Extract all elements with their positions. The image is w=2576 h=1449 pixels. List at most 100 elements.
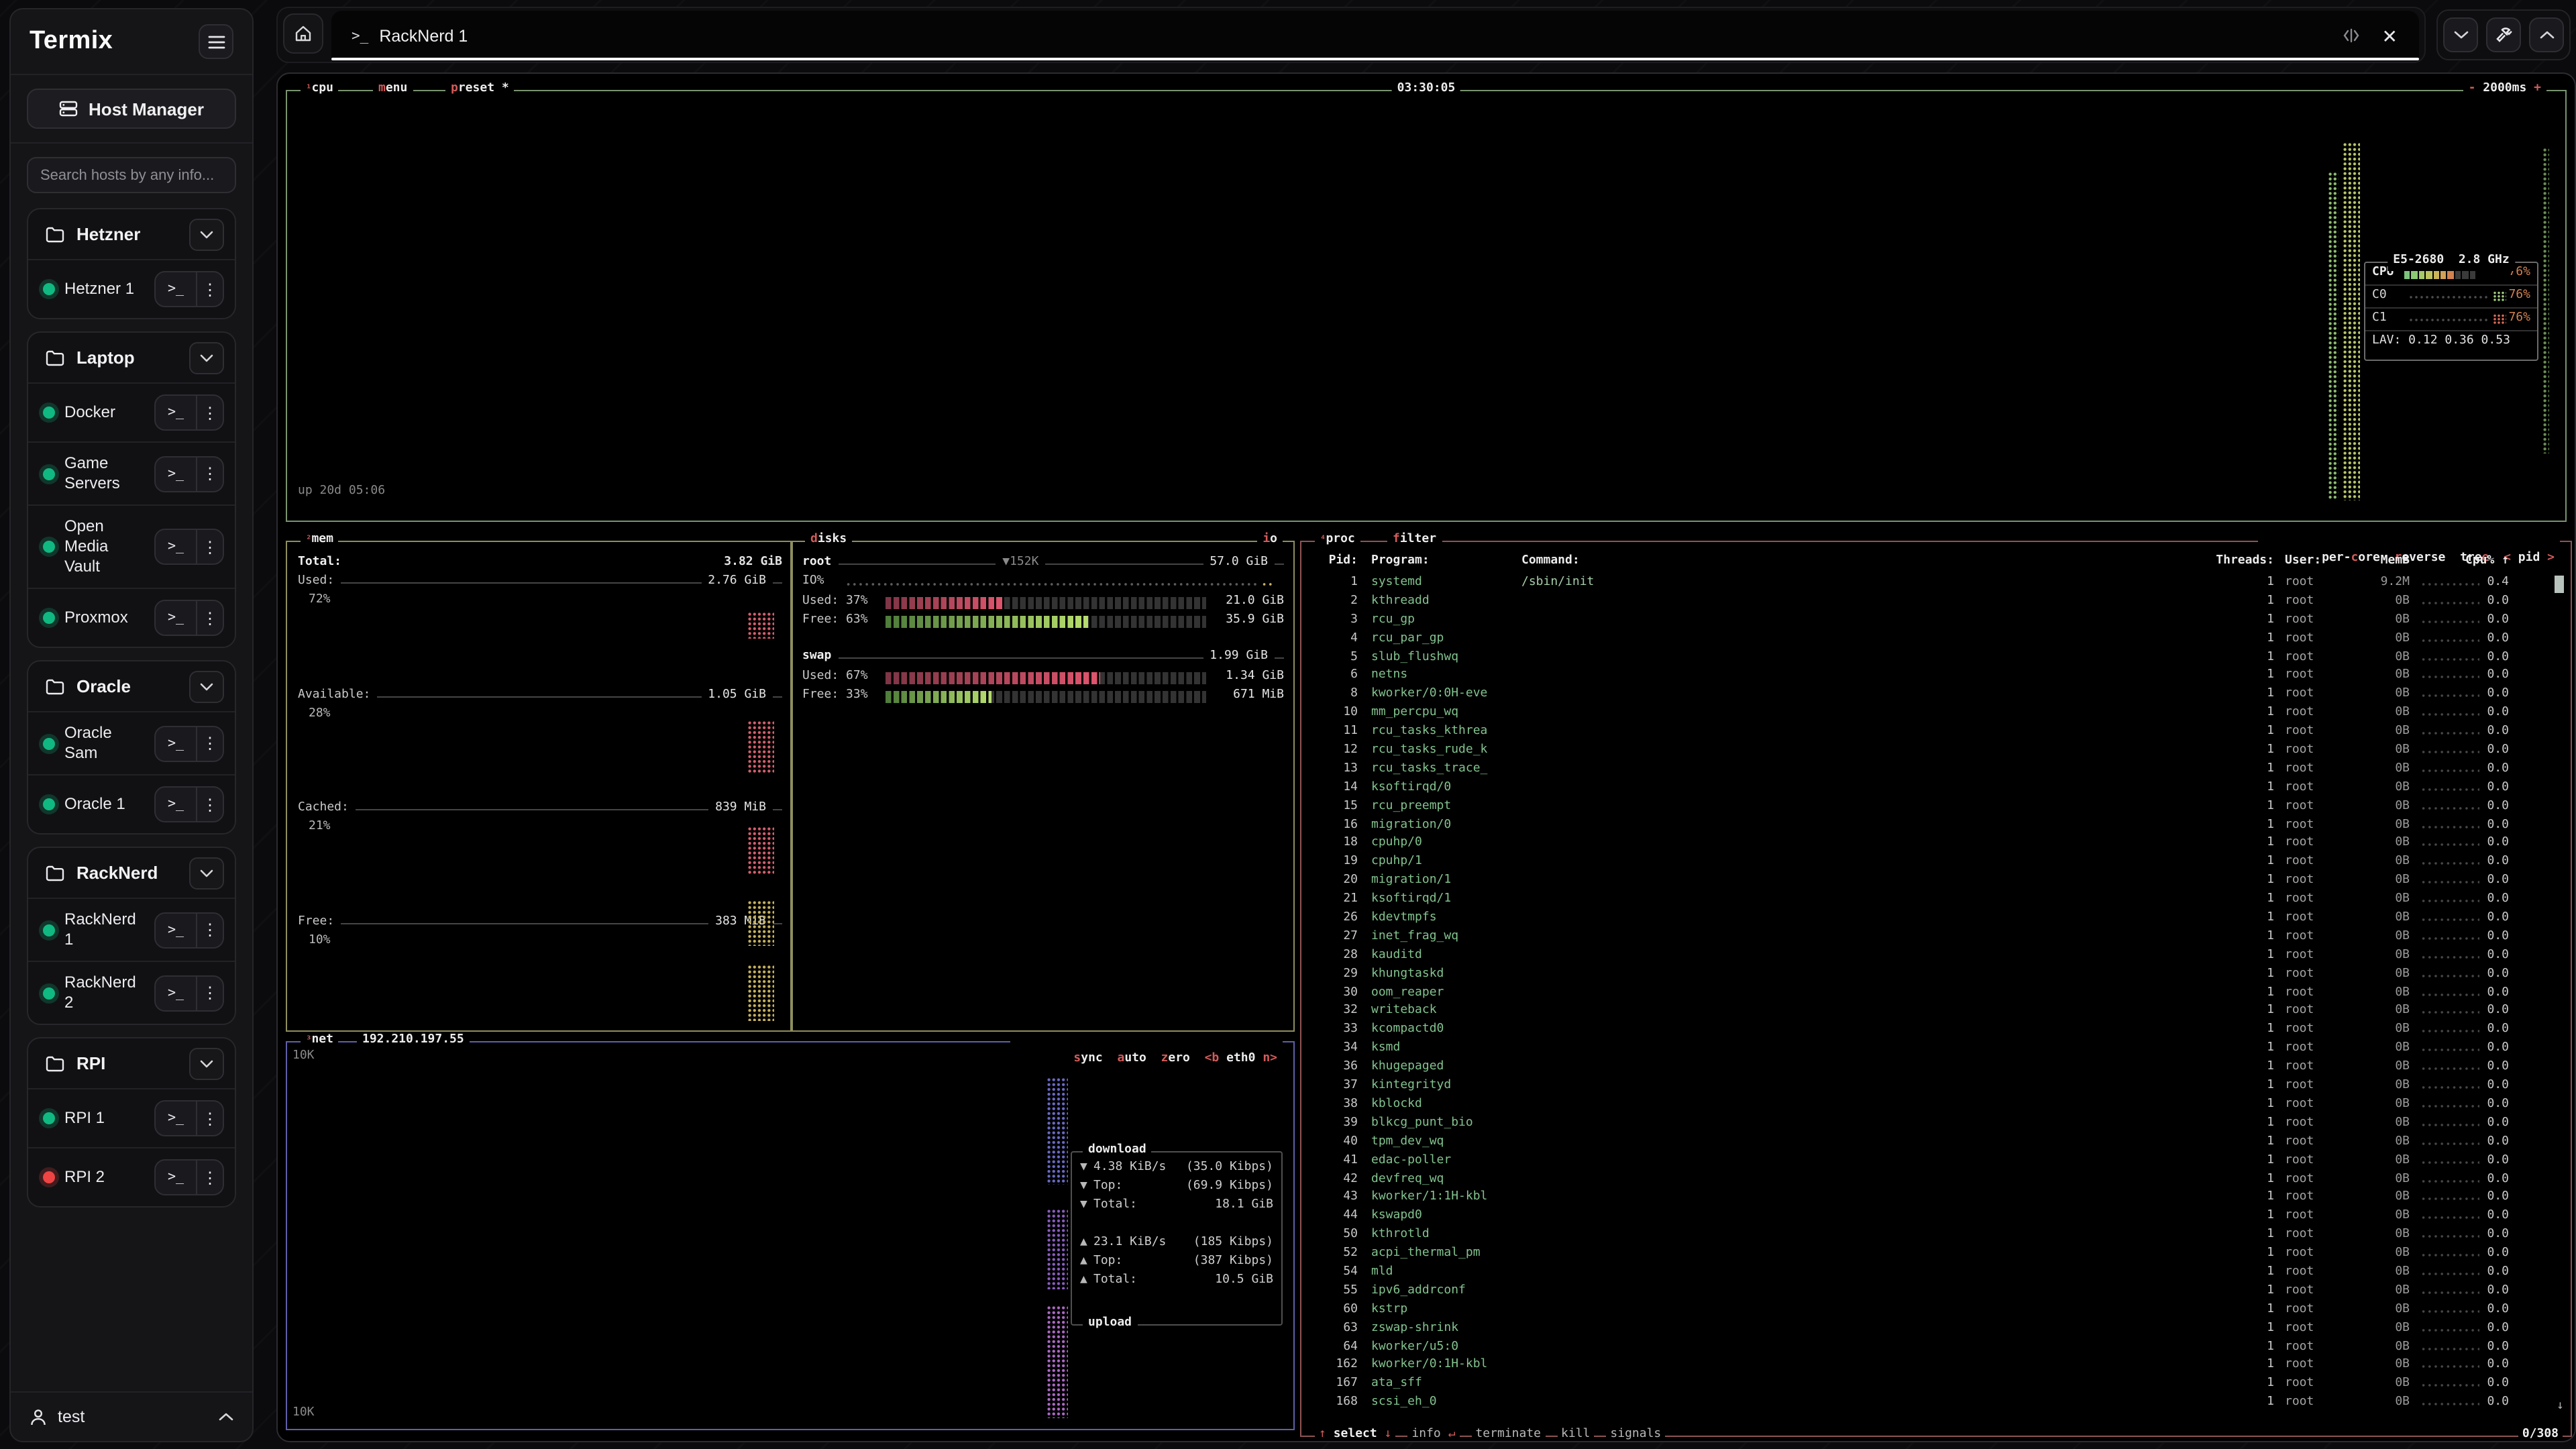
host-terminal-button[interactable]: >_ (156, 1161, 196, 1194)
proc-scrollbar[interactable] (2555, 576, 2564, 593)
proc-sort-selector[interactable]: < pid > (2504, 551, 2555, 565)
proc-row[interactable]: 6netns1root0B0.0 (1301, 667, 2571, 686)
host-menu-button[interactable]: ⋮ (196, 1102, 223, 1135)
proc-row[interactable]: 44kswapd01root0B0.0 (1301, 1208, 2571, 1227)
cpu-menu-button[interactable]: menu (373, 80, 413, 99)
host-menu-button[interactable]: ⋮ (196, 976, 223, 1010)
proc-row[interactable]: 12rcu_tasks_rude_k1root0B0.0 (1301, 742, 2571, 761)
host-item[interactable]: Oracle 1 >_ ⋮ (28, 774, 235, 833)
host-terminal-button[interactable]: >_ (156, 976, 196, 1010)
proc-row[interactable]: 16migration/01root0B0.0 (1301, 816, 2571, 835)
host-terminal-button[interactable]: >_ (156, 396, 196, 429)
host-terminal-button[interactable]: >_ (156, 601, 196, 635)
proc-row[interactable]: 167ata_sff1root0B0.0 (1301, 1376, 2571, 1395)
host-terminal-button[interactable]: >_ (156, 788, 196, 821)
host-menu-button[interactable]: ⋮ (196, 457, 223, 490)
host-item[interactable]: Game Servers >_ ⋮ (28, 441, 235, 504)
proc-row[interactable]: 4rcu_par_gp1root0B0.0 (1301, 630, 2571, 649)
proc-row[interactable]: 32writeback1root0B0.0 (1301, 1003, 2571, 1022)
key-signals[interactable]: signals (1606, 1426, 1665, 1442)
proc-row[interactable]: 36khugepaged1root0B0.0 (1301, 1059, 2571, 1077)
host-menu-button[interactable]: ⋮ (196, 530, 223, 564)
proc-row[interactable]: 2kthreadd1root0B0.0 (1301, 593, 2571, 612)
host-menu-button[interactable]: ⋮ (196, 1161, 223, 1194)
proc-row[interactable]: 40tpm_dev_wq1root0B0.0 (1301, 1133, 2571, 1152)
host-menu-button[interactable]: ⋮ (196, 788, 223, 821)
col-command[interactable]: Command: (1521, 553, 1580, 572)
key-select[interactable]: ↑ select ↓ (1315, 1426, 1395, 1442)
col-user[interactable]: User: (2285, 553, 2321, 572)
host-terminal-button[interactable]: >_ (156, 727, 196, 760)
tab-racknerd-1[interactable]: >_ RackNerd 1 ✕ (331, 11, 2419, 60)
proc-row[interactable]: 37kintegrityd1root0B0.0 (1301, 1077, 2571, 1096)
host-terminal-button[interactable]: >_ (156, 1102, 196, 1135)
proc-row[interactable]: 63zswap-shrink1root0B0.0 (1301, 1320, 2571, 1338)
close-tab-icon[interactable]: ✕ (2382, 26, 2398, 45)
proc-row[interactable]: 38kblockd1root0B0.0 (1301, 1096, 2571, 1115)
proc-row[interactable]: 39blkcg_punt_bio1root0B0.0 (1301, 1115, 2571, 1134)
host-item[interactable]: RPI 2 >_ ⋮ (28, 1147, 235, 1206)
col-memb[interactable]: MemB (2334, 553, 2410, 572)
host-group-header[interactable]: RackNerd (28, 848, 235, 898)
chevron-down-icon[interactable] (189, 341, 224, 374)
net-zero-toggle[interactable]: zero (1161, 1052, 1190, 1065)
proc-row[interactable]: 168scsi_eh_01root0B0.0 (1301, 1394, 2571, 1413)
proc-row[interactable]: 10mm_percpu_wq1root0B0.0 (1301, 704, 2571, 723)
home-button[interactable] (283, 13, 323, 54)
proc-row[interactable]: 60kstrp1root0B0.0 (1301, 1301, 2571, 1320)
proc-row[interactable]: 55ipv6_addrconf1root0B0.0 (1301, 1283, 2571, 1301)
key-terminate[interactable]: terminate (1471, 1426, 1545, 1442)
proc-row[interactable]: 30oom_reaper1root0B0.0 (1301, 984, 2571, 1003)
host-manager-button[interactable]: Host Manager (27, 89, 236, 129)
proc-row[interactable]: 3rcu_gp1root0B0.0 (1301, 612, 2571, 631)
host-menu-button[interactable]: ⋮ (196, 396, 223, 429)
host-group-header[interactable]: Laptop (28, 333, 235, 382)
col-threads[interactable]: Threads: (2187, 553, 2274, 572)
proc-row[interactable]: 54mld1root0B0.0 (1301, 1264, 2571, 1283)
split-pane-icon[interactable] (2343, 28, 2361, 43)
proc-row[interactable]: 26kdevtmpfs1root0B0.0 (1301, 910, 2571, 928)
net-sync-toggle[interactable]: sync (1073, 1052, 1102, 1065)
proc-row[interactable]: 5slub_flushwq1root0B0.0 (1301, 649, 2571, 667)
proc-row[interactable]: 43kworker/1:1H-kbl1root0B0.0 (1301, 1189, 2571, 1208)
proc-row[interactable]: 14ksoftirqd/01root0B0.0 (1301, 780, 2571, 798)
host-terminal-button[interactable]: >_ (156, 457, 196, 490)
host-menu-button[interactable]: ⋮ (196, 601, 223, 635)
host-item[interactable]: RackNerd 1 >_ ⋮ (28, 898, 235, 961)
proc-row[interactable]: 50kthrotld1root0B0.0 (1301, 1226, 2571, 1245)
host-group-header[interactable]: RPI (28, 1038, 235, 1088)
proc-row[interactable]: 8kworker/0:0H-eve1root0B0.0 (1301, 686, 2571, 705)
proc-row[interactable]: 19cpuhp/11root0B0.0 (1301, 854, 2571, 873)
proc-row[interactable]: 41edac-poller1root0B0.0 (1301, 1152, 2571, 1171)
proc-row[interactable]: 18cpuhp/01root0B0.0 (1301, 835, 2571, 854)
host-group-header[interactable]: Hetzner (28, 209, 235, 259)
proc-row[interactable]: 33kcompactd01root0B0.0 (1301, 1022, 2571, 1040)
chevron-down-icon[interactable] (189, 218, 224, 250)
col-program[interactable]: Program: (1371, 553, 1430, 572)
proc-filter-button[interactable]: filter (1387, 531, 1442, 550)
chevron-down-icon[interactable] (189, 670, 224, 702)
net-auto-toggle[interactable]: auto (1117, 1052, 1146, 1065)
chevron-down-icon[interactable] (189, 1047, 224, 1079)
collapse-button[interactable] (2443, 17, 2478, 52)
proc-row[interactable]: 13rcu_tasks_trace_1root0B0.0 (1301, 761, 2571, 780)
host-item[interactable]: Docker >_ ⋮ (28, 382, 235, 441)
host-item[interactable]: Proxmox >_ ⋮ (28, 588, 235, 647)
proc-row[interactable]: 21ksoftirqd/11root0B0.0 (1301, 891, 2571, 910)
col-cpu[interactable]: Cpu% ↑ (2436, 553, 2509, 572)
proc-row[interactable]: 162kworker/0:1H-kbl1root0B0.0 (1301, 1357, 2571, 1376)
proc-row[interactable]: 64kworker/u5:01root0B0.0 (1301, 1338, 2571, 1357)
host-item[interactable]: Hetzner 1 >_ ⋮ (28, 259, 235, 318)
cpu-preset-button[interactable]: preset * (445, 80, 515, 99)
user-menu[interactable]: test (11, 1391, 252, 1441)
proc-row[interactable]: 11rcu_tasks_kthrea1root0B0.0 (1301, 723, 2571, 742)
host-terminal-button[interactable]: >_ (156, 530, 196, 564)
proc-row[interactable]: 20migration/11root0B0.0 (1301, 873, 2571, 892)
proc-row[interactable]: 34ksmd1root0B0.0 (1301, 1040, 2571, 1059)
sidebar-menu-button[interactable] (199, 24, 233, 59)
key-kill[interactable]: kill (1557, 1426, 1594, 1442)
proc-row[interactable]: 42devfreq_wq1root0B0.0 (1301, 1171, 2571, 1189)
host-terminal-button[interactable]: >_ (156, 272, 196, 306)
proc-row[interactable]: 1systemd/sbin/init1root9.2M0.4 (1301, 574, 2571, 593)
expand-button[interactable] (2529, 17, 2564, 52)
